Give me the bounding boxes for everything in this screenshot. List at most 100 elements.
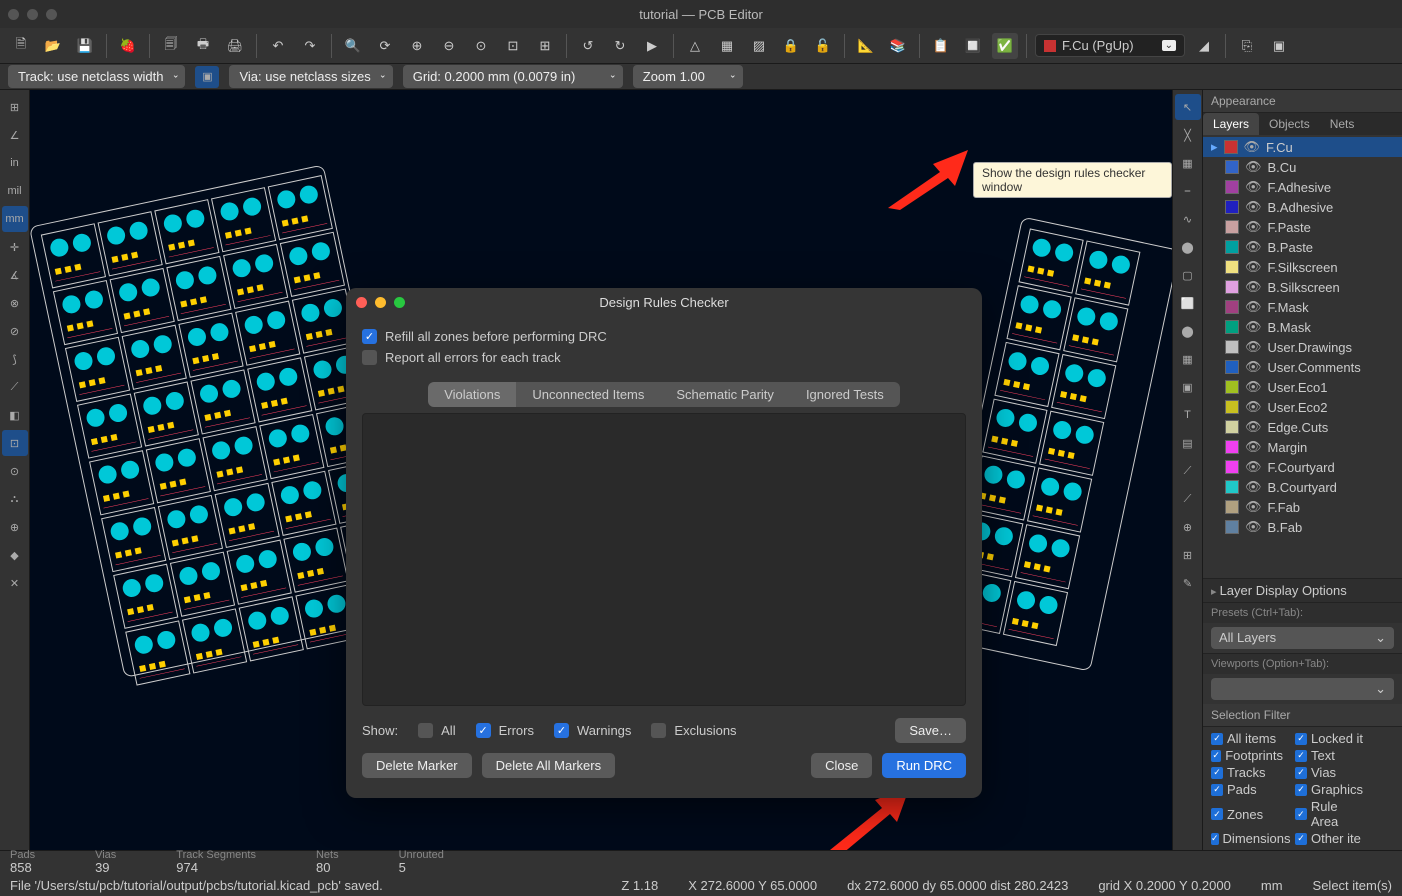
filter-checkbox[interactable]: ✓ (1211, 784, 1223, 796)
left-tool-15[interactable]: ⊕ (2, 514, 28, 540)
right-tool-8[interactable]: ⬤ (1175, 318, 1201, 344)
eye-icon[interactable]: 👁 (1245, 219, 1262, 235)
pcb-canvas[interactable]: Show the design rules checker window Des… (30, 90, 1172, 850)
track-width-select[interactable]: Track: use netclass width (8, 65, 185, 88)
drc-results-area[interactable] (362, 413, 966, 706)
left-tool-8[interactable]: ⊘ (2, 318, 28, 344)
rotate-ccw-icon[interactable]: ↺ (575, 33, 601, 59)
modal-minimize-icon[interactable] (375, 297, 386, 308)
lock-icon[interactable]: 🔒 (778, 33, 804, 59)
eye-icon[interactable]: 👁 (1244, 139, 1261, 155)
layer-row-user-comments[interactable]: 👁User.Comments (1203, 357, 1402, 377)
layer-row-b-paste[interactable]: 👁B.Paste (1203, 237, 1402, 257)
show-warnings-checkbox[interactable]: ✓ (554, 723, 569, 738)
layer-row-user-eco1[interactable]: 👁User.Eco1 (1203, 377, 1402, 397)
left-tool-16[interactable]: ◆ (2, 542, 28, 568)
page-settings-icon[interactable]: 🗐 (158, 33, 184, 59)
unlock-icon[interactable]: 🔓 (810, 33, 836, 59)
eye-icon[interactable]: 👁 (1245, 359, 1262, 375)
eye-icon[interactable]: 👁 (1245, 419, 1262, 435)
left-tool-7[interactable]: ⊗ (2, 290, 28, 316)
zoom-window-icon[interactable] (46, 9, 57, 20)
filter-checkbox[interactable]: ✓ (1211, 767, 1223, 779)
flip-icon[interactable]: ▶ (639, 33, 665, 59)
layer-row-f-paste[interactable]: 👁F.Paste (1203, 217, 1402, 237)
minimize-window-icon[interactable] (27, 9, 38, 20)
update-from-schematic-icon[interactable]: 📋 (928, 33, 954, 59)
eye-icon[interactable]: 👁 (1245, 179, 1262, 195)
layer-row-b-adhesive[interactable]: 👁B.Adhesive (1203, 197, 1402, 217)
show-errors-checkbox[interactable]: ✓ (476, 723, 491, 738)
right-tool-1[interactable]: ╳ (1175, 122, 1201, 148)
footprint-editor-icon[interactable]: 📐 (853, 33, 879, 59)
refill-zones-checkbox[interactable]: ✓ (362, 329, 377, 344)
eye-icon[interactable]: 👁 (1245, 439, 1262, 455)
right-tool-2[interactable]: ▦ (1175, 150, 1201, 176)
layer-row-user-drawings[interactable]: 👁User.Drawings (1203, 337, 1402, 357)
layer-row-f-fab[interactable]: 👁F.Fab (1203, 497, 1402, 517)
filter-checkbox[interactable]: ✓ (1295, 784, 1307, 796)
eye-icon[interactable]: 👁 (1245, 239, 1262, 255)
print-icon[interactable]: 🖶 (190, 33, 216, 59)
show-all-checkbox[interactable] (418, 723, 433, 738)
layer-row-margin[interactable]: 👁Margin (1203, 437, 1402, 457)
left-tool-17[interactable]: ✕ (2, 570, 28, 596)
modal-close-icon[interactable] (356, 297, 367, 308)
left-tool-0[interactable]: ⊞ (2, 94, 28, 120)
dropdown-toggle-icon[interactable]: ⌄ (1162, 40, 1176, 51)
eye-icon[interactable]: 👁 (1245, 299, 1262, 315)
left-tool-6[interactable]: ∡ (2, 262, 28, 288)
right-tool-12[interactable]: ▤ (1175, 430, 1201, 456)
open-icon[interactable]: 📂 (40, 33, 66, 59)
console-icon[interactable]: ▣ (1266, 33, 1292, 59)
left-tool-9[interactable]: ⟆ (2, 346, 28, 372)
plot-icon[interactable]: 🖨 (222, 33, 248, 59)
filter-checkbox[interactable]: ✓ (1211, 733, 1223, 745)
drc-tab-violations[interactable]: Violations (428, 382, 516, 407)
layers-list[interactable]: ▸👁F.Cu👁B.Cu👁F.Adhesive👁B.Adhesive👁F.Past… (1203, 135, 1402, 578)
left-tool-4[interactable]: mm (2, 206, 28, 232)
left-tool-10[interactable]: ⟋ (2, 374, 28, 400)
left-tool-5[interactable]: ✛ (2, 234, 28, 260)
save-icon[interactable]: 💾 (72, 33, 98, 59)
delete-all-markers-button[interactable]: Delete All Markers (482, 753, 615, 778)
refresh-icon[interactable]: ⟳ (372, 33, 398, 59)
filter-checkbox[interactable]: ✓ (1295, 767, 1307, 779)
run-drc-button[interactable]: Run DRC (882, 753, 966, 778)
delete-marker-button[interactable]: Delete Marker (362, 753, 472, 778)
left-tool-14[interactable]: ⛬ (2, 486, 28, 512)
new-icon[interactable]: 🗎 (8, 33, 34, 59)
filter-checkbox[interactable]: ✓ (1211, 750, 1221, 762)
drc-icon[interactable]: 🔲 (960, 33, 986, 59)
right-tool-6[interactable]: ▢ (1175, 262, 1201, 288)
right-tool-5[interactable]: ⬤ (1175, 234, 1201, 260)
filter-checkbox[interactable]: ✓ (1295, 808, 1307, 820)
via-size-select[interactable]: Via: use netclass sizes (229, 65, 392, 88)
right-tool-17[interactable]: ✎ (1175, 570, 1201, 596)
eye-icon[interactable]: 👁 (1245, 399, 1262, 415)
right-tool-9[interactable]: ▦ (1175, 346, 1201, 372)
layer-display-options-toggle[interactable]: ▸ Layer Display Options (1203, 578, 1402, 602)
layer-row-f-silkscreen[interactable]: 👁F.Silkscreen (1203, 257, 1402, 277)
drc-checker-icon[interactable]: ✅ (992, 33, 1018, 59)
eye-icon[interactable]: 👁 (1245, 159, 1262, 175)
eye-icon[interactable]: 👁 (1245, 319, 1262, 335)
close-window-icon[interactable] (8, 9, 19, 20)
drc-tab-schematic-parity[interactable]: Schematic Parity (660, 382, 790, 407)
modal-zoom-icon[interactable] (394, 297, 405, 308)
right-tool-0[interactable]: ↖ (1175, 94, 1201, 120)
grid-select[interactable]: Grid: 0.2000 mm (0.0079 in) (403, 65, 623, 88)
appearance-tab-nets[interactable]: Nets (1320, 113, 1365, 135)
filter-checkbox[interactable]: ✓ (1295, 733, 1307, 745)
eye-icon[interactable]: 👁 (1245, 479, 1262, 495)
eye-icon[interactable]: 👁 (1245, 519, 1262, 535)
right-tool-16[interactable]: ⊞ (1175, 542, 1201, 568)
find-icon[interactable]: 🔍 (340, 33, 366, 59)
left-tool-12[interactable]: ⊡ (2, 430, 28, 456)
save-report-button[interactable]: Save… (895, 718, 966, 743)
viewports-select[interactable]: ⌄ (1211, 678, 1394, 700)
drc-tab-unconnected-items[interactable]: Unconnected Items (516, 382, 660, 407)
filter-checkbox[interactable]: ✓ (1295, 833, 1307, 845)
zoom-region-icon[interactable]: ⊞ (532, 33, 558, 59)
right-tool-4[interactable]: ∿ (1175, 206, 1201, 232)
